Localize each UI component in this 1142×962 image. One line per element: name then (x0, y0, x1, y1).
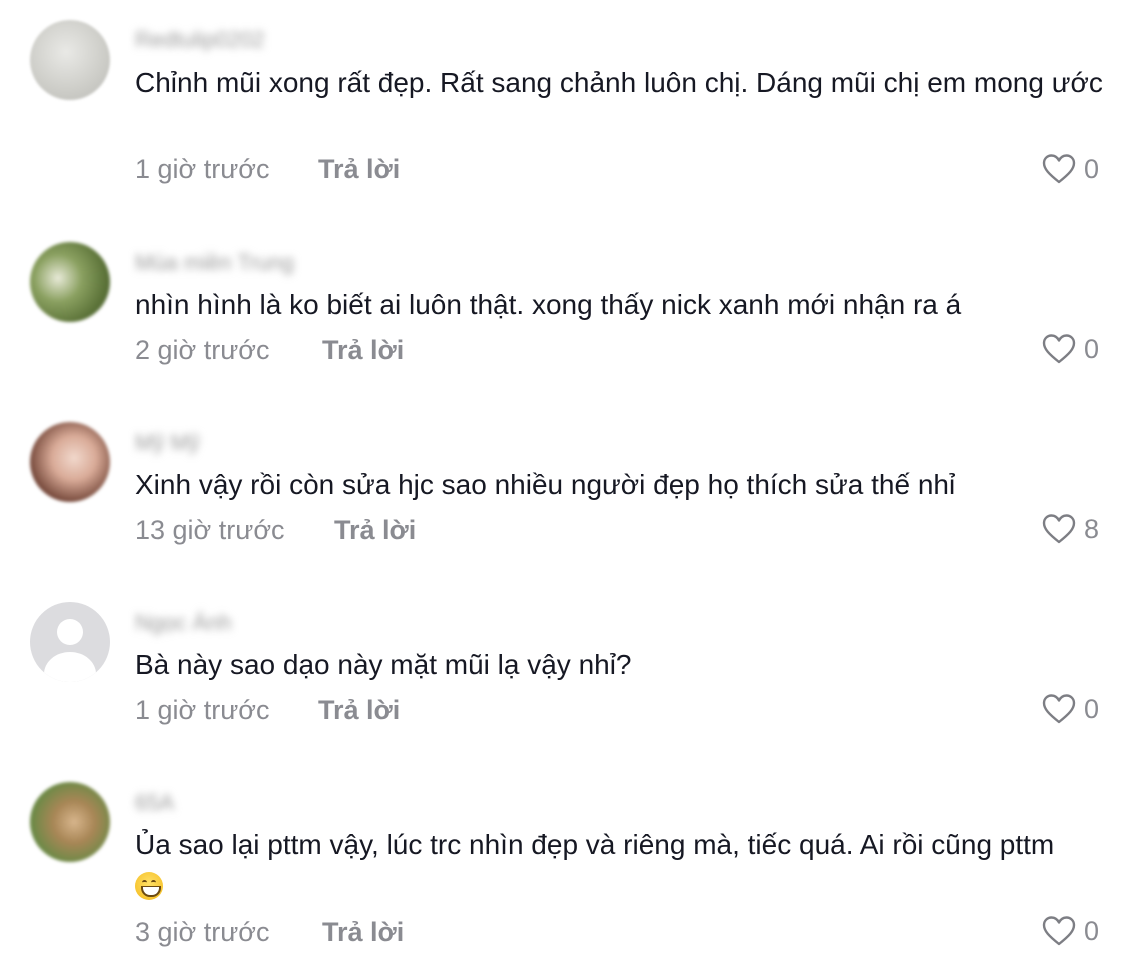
timestamp: 13 giờ trước (135, 515, 285, 545)
like-button[interactable]: 8 (1042, 511, 1099, 547)
comment-text: Ủa sao lại pttm vậy, lúc trc nhìn đẹp và… (135, 829, 1055, 860)
like-count: 8 (1084, 513, 1100, 544)
like-count: 0 (1084, 153, 1100, 184)
username[interactable]: Ngọc Ánh (135, 611, 232, 635)
like-button[interactable]: 0 (1042, 913, 1099, 949)
avatar[interactable] (30, 422, 110, 502)
timestamp: 1 giờ trước (135, 154, 270, 184)
heart-icon (1042, 694, 1076, 724)
username[interactable]: 65A (135, 791, 174, 815)
reply-button[interactable]: Trả lời (318, 154, 400, 185)
like-count: 0 (1084, 333, 1100, 364)
like-button[interactable]: 0 (1042, 691, 1099, 727)
username[interactable]: Redtulip0202 (135, 28, 265, 52)
timestamp: 2 giờ trước (135, 335, 270, 365)
like-count: 0 (1084, 693, 1100, 724)
avatar[interactable] (30, 20, 110, 100)
default-user-body (44, 652, 96, 682)
username[interactable]: Mỹ Mỹ (135, 431, 200, 455)
timestamp: 1 giờ trước (135, 695, 270, 725)
grinning-face-emoji (135, 872, 163, 900)
like-button[interactable]: 0 (1042, 331, 1099, 367)
comment-text: nhìn hình là ko biết ai luôn thật. xong … (135, 289, 962, 320)
comment-text: Bà này sao dạo này mặt mũi lạ vậy nhỉ? (135, 649, 632, 680)
heart-icon (1042, 154, 1076, 184)
avatar[interactable] (30, 782, 110, 862)
avatar[interactable] (30, 602, 110, 682)
default-user-head (57, 619, 83, 645)
avatar[interactable] (30, 242, 110, 322)
heart-icon (1042, 916, 1076, 946)
heart-icon (1042, 514, 1076, 544)
timestamp: 3 giờ trước (135, 917, 270, 947)
emoji-eye-left (142, 880, 147, 885)
emoji-mouth (141, 886, 161, 897)
like-count: 0 (1084, 915, 1100, 946)
reply-button[interactable]: Trả lời (318, 695, 400, 726)
emoji-eye-right (151, 880, 156, 885)
heart-icon (1042, 334, 1076, 364)
like-button[interactable]: 0 (1042, 151, 1099, 187)
comment-text: Xinh vậy rồi còn sửa hjc sao nhiều người… (135, 469, 956, 500)
reply-button[interactable]: Trả lời (322, 917, 404, 948)
comment-list: Redtulip0202 Chỉnh mũi xong rất đẹp. Rất… (0, 0, 1142, 962)
username[interactable]: Mùa miền Trung (135, 251, 294, 275)
comment-text: Chỉnh mũi xong rất đẹp. Rất sang chảnh l… (135, 67, 1103, 98)
reply-button[interactable]: Trả lời (322, 335, 404, 366)
reply-button[interactable]: Trả lời (334, 515, 416, 546)
